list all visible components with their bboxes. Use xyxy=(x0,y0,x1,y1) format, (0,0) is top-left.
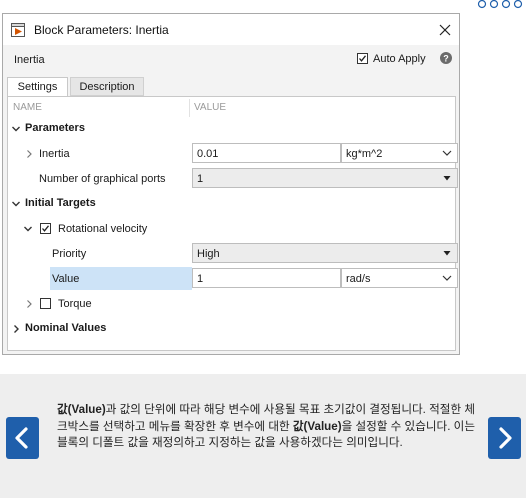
block-name-row: Inertia Auto Apply ? xyxy=(3,45,459,72)
ports-dropdown[interactable]: 1 xyxy=(192,168,458,188)
section-label: Parameters xyxy=(25,122,85,134)
dropdown-value: High xyxy=(197,248,220,260)
param-label: Number of graphical ports xyxy=(39,173,166,185)
caption-keyword: 값(Value) xyxy=(57,403,106,416)
priority-label: Priority xyxy=(52,248,87,260)
target-label: Torque xyxy=(58,298,92,310)
progress-dots xyxy=(477,0,523,9)
column-header-value: VALUE xyxy=(194,102,227,113)
chevron-down-icon[interactable] xyxy=(23,224,33,234)
inertia-value-input[interactable]: 0.01 xyxy=(192,143,341,163)
rotational-velocity-checkbox[interactable] xyxy=(40,223,51,234)
chevron-down-icon xyxy=(12,126,20,132)
checkmark-icon xyxy=(359,55,367,62)
section-nominal-values[interactable]: Nominal Values xyxy=(8,316,455,341)
unit-value: rad/s xyxy=(346,273,371,285)
parameters-panel: NAME VALUE Parameters Inertia 0.01 kg*m^… xyxy=(7,96,458,351)
tab-description[interactable]: Description xyxy=(70,77,144,96)
chevron-down-icon xyxy=(442,275,452,281)
inertia-unit-select[interactable]: kg*m^2 xyxy=(341,143,458,163)
param-row-ports: Number of graphical ports 1 xyxy=(8,166,458,191)
section-label: Nominal Values xyxy=(25,322,107,334)
tutorial-footer: 값(Value)과 값의 단위에 따라 해당 변수에 사용될 목표 초기값이 결… xyxy=(0,374,526,498)
column-header-name: NAME xyxy=(13,102,42,113)
simulink-block-icon xyxy=(11,23,25,37)
priority-dropdown[interactable]: High xyxy=(192,243,458,263)
auto-apply-checkbox[interactable] xyxy=(357,53,368,64)
dialog-title: Block Parameters: Inertia xyxy=(34,23,169,37)
help-icon[interactable]: ? xyxy=(440,52,452,64)
tutorial-caption: 값(Value)과 값의 단위에 따라 해당 변수에 사용될 목표 초기값이 결… xyxy=(57,402,475,452)
close-icon[interactable] xyxy=(436,21,454,39)
chevron-right-icon[interactable] xyxy=(24,149,34,159)
dialog-titlebar: Block Parameters: Inertia xyxy=(3,14,459,46)
target-value-input[interactable]: 1 xyxy=(192,268,341,288)
caret-down-icon xyxy=(443,251,451,256)
value-label: Value xyxy=(52,273,80,285)
tab-settings[interactable]: Settings xyxy=(7,77,68,97)
chevron-right-icon xyxy=(499,427,512,449)
block-name: Inertia xyxy=(14,54,45,66)
param-label: Inertia xyxy=(39,148,70,160)
chevron-down-icon xyxy=(442,150,452,156)
target-row-torque: Torque xyxy=(8,291,455,316)
auto-apply-label: Auto Apply xyxy=(373,53,426,65)
section-parameters[interactable]: Parameters xyxy=(8,116,455,141)
target-row-value: Value 1 rad/s xyxy=(8,266,458,291)
chevron-left-icon xyxy=(15,427,28,449)
chevron-down-icon xyxy=(12,201,20,207)
target-row-rotational-velocity: Rotational velocity xyxy=(8,216,455,241)
section-label: Initial Targets xyxy=(25,197,96,209)
unit-value: kg*m^2 xyxy=(346,148,383,160)
block-parameters-dialog: Block Parameters: Inertia Inertia Auto A… xyxy=(2,13,460,355)
dropdown-value: 1 xyxy=(197,173,204,185)
chevron-right-icon[interactable] xyxy=(24,299,34,309)
previous-button[interactable] xyxy=(6,417,39,459)
column-divider xyxy=(189,99,190,117)
target-row-priority: Priority High xyxy=(8,241,458,266)
target-unit-select[interactable]: rad/s xyxy=(341,268,458,288)
chevron-right-icon xyxy=(14,325,19,333)
next-button[interactable] xyxy=(488,417,521,459)
section-initial-targets[interactable]: Initial Targets xyxy=(8,191,455,216)
caption-keyword: 값(Value) xyxy=(292,419,342,433)
target-label: Rotational velocity xyxy=(58,223,148,235)
torque-checkbox[interactable] xyxy=(40,298,51,309)
param-row-inertia: Inertia 0.01 kg*m^2 xyxy=(8,141,458,166)
caret-down-icon xyxy=(443,176,451,181)
svg-text:?: ? xyxy=(443,53,449,63)
checkmark-icon xyxy=(42,225,50,232)
